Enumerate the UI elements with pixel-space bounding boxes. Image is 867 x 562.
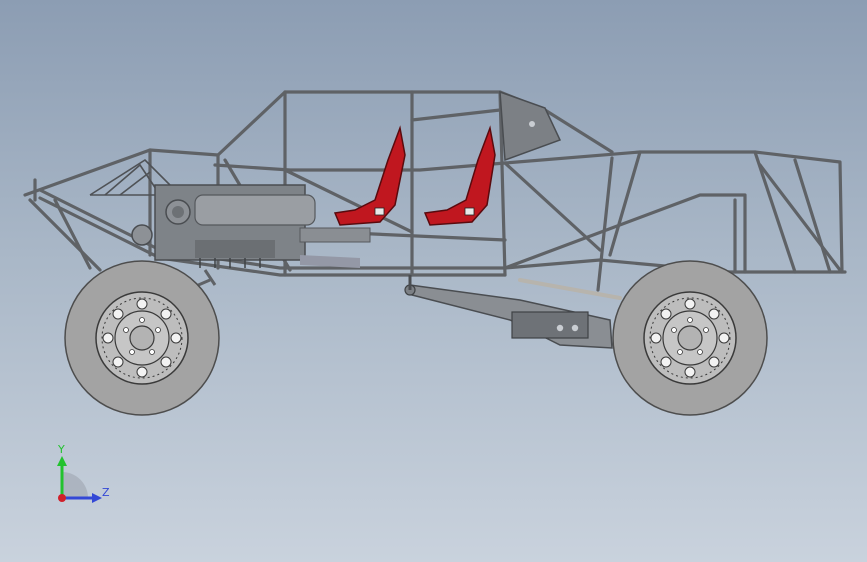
- rear-shock: [518, 278, 622, 300]
- coordinate-triad[interactable]: Y Z: [40, 440, 120, 510]
- view-plane-quadrant: [62, 472, 88, 498]
- passenger-seat[interactable]: [423, 125, 496, 226]
- graphics-viewport[interactable]: Y Z: [0, 0, 867, 562]
- tube-frame[interactable]: [23, 90, 847, 292]
- rear-wheel[interactable]: [612, 260, 768, 416]
- x-axis-origin: [58, 494, 66, 502]
- z-axis-label: Z: [102, 486, 110, 499]
- y-axis-arrowhead: [57, 456, 67, 466]
- gusset-hole: [529, 121, 535, 127]
- driver-seat[interactable]: [333, 125, 406, 226]
- chassis-model[interactable]: [0, 0, 867, 562]
- rear-trailing-arm[interactable]: [404, 275, 613, 349]
- engine-block[interactable]: [131, 184, 371, 268]
- y-axis-label: Y: [58, 443, 65, 456]
- z-axis-arrowhead: [92, 493, 102, 503]
- front-wheel[interactable]: [64, 260, 220, 416]
